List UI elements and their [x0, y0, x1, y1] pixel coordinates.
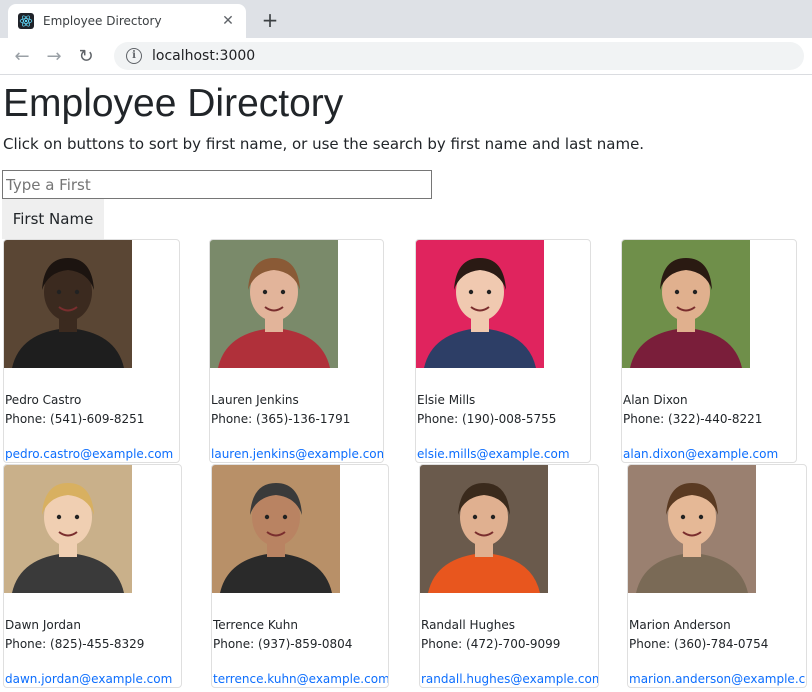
tab-title: Employee Directory: [43, 14, 162, 28]
close-tab-icon[interactable]: ✕: [220, 13, 236, 29]
employee-photo: [210, 240, 338, 368]
employee-name: Dawn Jordan: [5, 618, 82, 632]
employee-row: Pedro Castro Phone: (541)-609-8251 pedro.c…: [2, 239, 812, 464]
forward-icon[interactable]: →: [40, 42, 68, 70]
employee-phone: Phone: (190)-008-5755: [417, 412, 557, 426]
employee-email-link[interactable]: randall.hughes@example.com: [421, 672, 598, 686]
employee-phone: Phone: (472)-700-9099: [421, 637, 561, 651]
employee-phone: Phone: (825)-455-8329: [5, 637, 145, 651]
employee-card: Lauren Jenkins Phone: (365)-136-1791 laure…: [209, 239, 384, 463]
employee-card: Pedro Castro Phone: (541)-609-8251 pedro.c…: [3, 239, 180, 463]
employee-photo: [628, 465, 756, 593]
employee-email-link[interactable]: marion.anderson@example.com: [629, 672, 806, 686]
employee-email-link[interactable]: elsie.mills@example.com: [417, 447, 570, 461]
site-info-icon[interactable]: i: [126, 48, 142, 64]
employee-email-link[interactable]: terrence.kuhn@example.com: [213, 672, 388, 686]
employee-photo: [416, 240, 544, 368]
page-content: Employee Directory Click on buttons to s…: [0, 81, 812, 689]
new-tab-icon[interactable]: +: [258, 8, 282, 32]
employee-card: Terrence Kuhn Phone: (937)-859-0804 terren…: [211, 464, 389, 688]
employee-photo: [4, 465, 132, 593]
employee-phone: Phone: (360)-784-0754: [629, 637, 769, 651]
employee-phone: Phone: (322)-440-8221: [623, 412, 763, 426]
employee-row: Dawn Jordan Phone: (825)-455-8329 dawn.jor…: [2, 464, 812, 689]
employee-phone: Phone: (365)-136-1791: [211, 412, 351, 426]
employee-card: Randall Hughes Phone: (472)-700-9099 randa…: [419, 464, 599, 688]
employee-name: Terrence Kuhn: [213, 618, 298, 632]
employee-photo: [622, 240, 750, 368]
employee-email-link[interactable]: pedro.castro@example.com: [5, 447, 173, 461]
react-logo-icon: [18, 13, 34, 29]
employee-card: Marion Anderson Phone: (360)-784-0754 mari…: [627, 464, 807, 688]
employee-photo: [4, 240, 132, 368]
employee-phone: Phone: (937)-859-0804: [213, 637, 353, 651]
employee-name: Lauren Jenkins: [211, 393, 299, 407]
employee-card: Dawn Jordan Phone: (825)-455-8329 dawn.jor…: [3, 464, 182, 688]
employee-photo: [212, 465, 340, 593]
url-text: localhost:3000: [152, 48, 256, 64]
employee-name: Pedro Castro: [5, 393, 82, 407]
tab-strip: Employee Directory ✕ +: [0, 0, 812, 38]
employee-photo: [420, 465, 548, 593]
employee-name: Randall Hughes: [421, 618, 515, 632]
browser-toolbar: ← → ↻ i localhost:3000: [0, 38, 812, 75]
employee-name: Elsie Mills: [417, 393, 476, 407]
employee-email-link[interactable]: alan.dixon@example.com: [623, 447, 778, 461]
employee-phone: Phone: (541)-609-8251: [5, 412, 145, 426]
employee-card: Elsie Mills Phone: (190)-008-5755 elsie.mi…: [415, 239, 591, 463]
address-bar[interactable]: i localhost:3000: [114, 42, 804, 70]
page-title: Employee Directory: [3, 82, 344, 125]
browser-tab[interactable]: Employee Directory ✕: [8, 4, 246, 38]
employee-email-link[interactable]: lauren.jenkins@example.com: [211, 447, 383, 461]
sort-first-name-button[interactable]: First Name: [2, 199, 104, 239]
employee-card: Alan Dixon Phone: (322)-440-8221 alan.dixo…: [621, 239, 797, 463]
employee-email-link[interactable]: dawn.jordan@example.com: [5, 672, 172, 686]
back-icon[interactable]: ←: [8, 42, 36, 70]
intro-text: Click on buttons to sort by first name, …: [3, 135, 645, 153]
employee-name: Marion Anderson: [629, 618, 731, 632]
search-input[interactable]: [2, 170, 432, 199]
reload-icon[interactable]: ↻: [72, 42, 100, 70]
employee-name: Alan Dixon: [623, 393, 688, 407]
employee-grid: Pedro Castro Phone: (541)-609-8251 pedro.c…: [2, 239, 812, 689]
